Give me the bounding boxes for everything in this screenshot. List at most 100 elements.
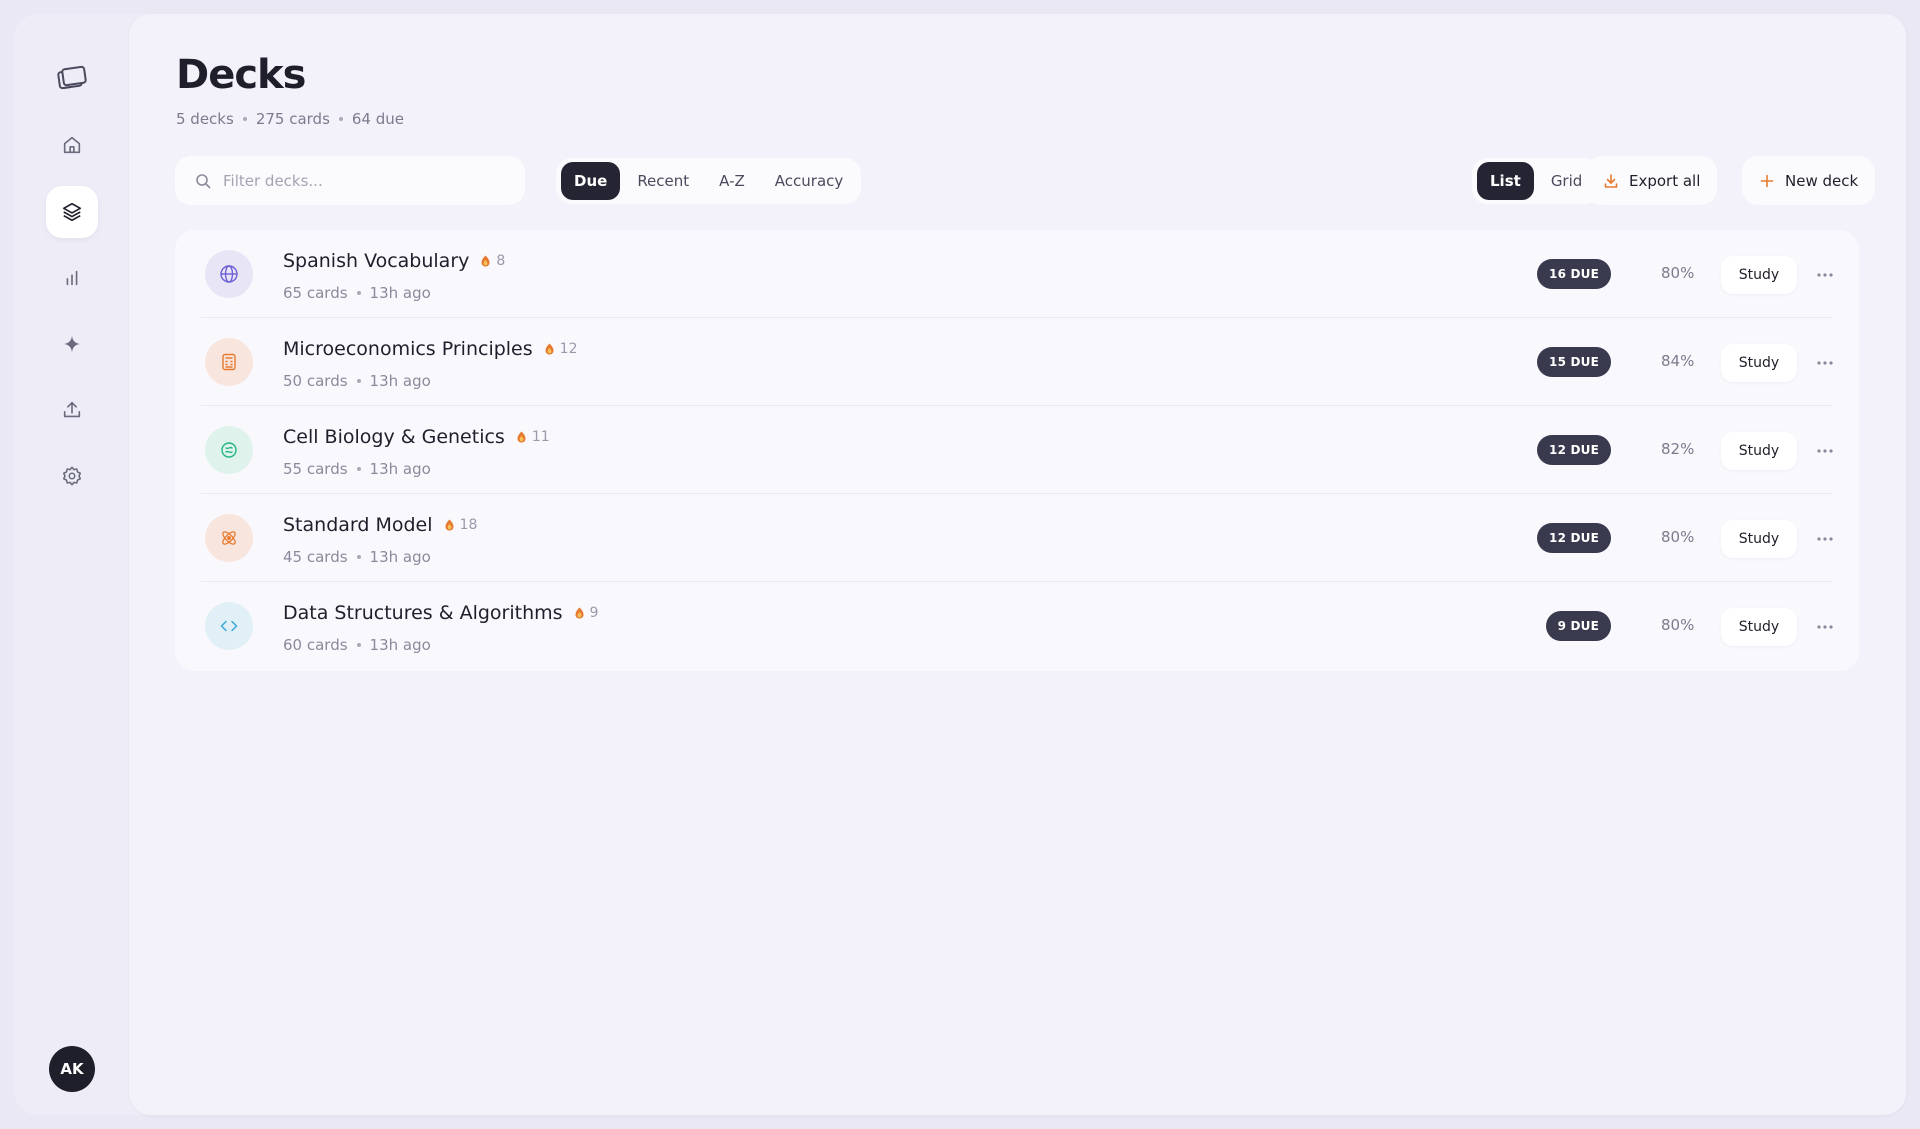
card-count: 65 cards: [283, 284, 348, 302]
sidebar-item-import[interactable]: [46, 384, 98, 436]
ellipsis-icon: [1817, 361, 1833, 365]
sidebar-item-decks[interactable]: [46, 186, 98, 238]
separator-dot: [338, 117, 343, 121]
deck-row[interactable]: Standard Model 18 45 cards 13h ago 12 DU…: [201, 494, 1833, 582]
deck-title: Standard Model: [283, 514, 433, 536]
last-studied: 13h ago: [369, 636, 431, 654]
study-button[interactable]: Study: [1721, 608, 1797, 646]
last-studied: 13h ago: [369, 372, 431, 390]
export-all-label: Export all: [1629, 171, 1701, 190]
accuracy-value: 80%: [1661, 528, 1695, 546]
sort-option-a-z[interactable]: A-Z: [706, 162, 758, 200]
streak-badge: 11: [517, 429, 550, 445]
streak-count: 11: [531, 429, 550, 445]
export-all-button[interactable]: Export all: [1586, 156, 1718, 205]
deck-name[interactable]: Spanish Vocabulary 8: [283, 250, 505, 272]
flame-icon: [445, 519, 454, 531]
deck-name[interactable]: Standard Model 18: [283, 514, 477, 536]
accuracy-value: 82%: [1661, 440, 1695, 458]
study-button[interactable]: Study: [1721, 344, 1797, 382]
separator-dot: [356, 555, 361, 559]
view-option-list[interactable]: List: [1477, 162, 1534, 200]
separator-dot: [356, 379, 361, 383]
avatar[interactable]: AK: [49, 1046, 95, 1092]
deck-stats: 5 decks 275 cards 64 due: [176, 110, 404, 128]
study-button[interactable]: Study: [1721, 520, 1797, 558]
sidebar-item-ai[interactable]: [46, 318, 98, 370]
separator-dot: [356, 643, 361, 647]
calculator-icon: [222, 353, 236, 371]
ellipsis-icon: [1817, 537, 1833, 541]
deck-icon: [205, 250, 253, 298]
deck-name[interactable]: Microeconomics Principles 12: [283, 338, 577, 360]
globe-icon: [220, 265, 238, 283]
sort-option-accuracy[interactable]: Accuracy: [762, 162, 856, 200]
deck-icon: [205, 426, 253, 474]
flame-icon: [481, 255, 490, 267]
code-icon: [220, 620, 238, 632]
deck-icon: [205, 514, 253, 562]
deck-icon: [205, 602, 253, 650]
streak-badge: 18: [445, 517, 478, 533]
sidebar-item-home[interactable]: [46, 119, 98, 171]
due-badge: 15 DUE: [1537, 347, 1611, 377]
deck-meta: 50 cards 13h ago: [283, 372, 431, 390]
deck-name[interactable]: Cell Biology & Genetics 11: [283, 426, 550, 448]
study-button[interactable]: Study: [1721, 432, 1797, 470]
sidebar-item-settings[interactable]: [46, 450, 98, 502]
sort-option-recent[interactable]: Recent: [624, 162, 702, 200]
search-icon: [196, 173, 211, 188]
separator-dot: [356, 467, 361, 471]
sparkle-icon: [63, 335, 81, 353]
last-studied: 13h ago: [369, 460, 431, 478]
search-box[interactable]: [175, 156, 525, 205]
due-badge: 16 DUE: [1537, 259, 1611, 289]
streak-count: 18: [459, 517, 478, 533]
streak-count: 12: [559, 341, 578, 357]
deck-title: Microeconomics Principles: [283, 338, 533, 360]
sort-segmented-control: Due Recent A-Z Accuracy: [556, 158, 862, 204]
layers-icon: [62, 202, 82, 222]
more-options-button[interactable]: [1811, 525, 1839, 553]
deck-meta: 65 cards 13h ago: [283, 284, 431, 302]
card-count: 50 cards: [283, 372, 348, 390]
deck-row[interactable]: Cell Biology & Genetics 11 55 cards 13h …: [201, 406, 1833, 494]
deck-icon: [205, 338, 253, 386]
accuracy-value: 80%: [1661, 616, 1695, 634]
study-button[interactable]: Study: [1721, 256, 1797, 294]
more-options-button[interactable]: [1811, 613, 1839, 641]
sidebar-item-stats[interactable]: [46, 252, 98, 304]
more-options-button[interactable]: [1811, 437, 1839, 465]
flame-icon: [517, 431, 526, 443]
streak-badge: 12: [545, 341, 578, 357]
deck-row[interactable]: Spanish Vocabulary 8 65 cards 13h ago 16…: [201, 230, 1833, 318]
deck-row[interactable]: Data Structures & Algorithms 9 60 cards …: [201, 582, 1833, 670]
deck-list: Spanish Vocabulary 8 65 cards 13h ago 16…: [175, 230, 1859, 671]
sidebar: AK: [14, 14, 128, 1115]
deck-title: Data Structures & Algorithms: [283, 602, 563, 624]
due-badge: 9 DUE: [1545, 611, 1611, 641]
streak-badge: 9: [575, 605, 598, 621]
deck-title: Spanish Vocabulary: [283, 250, 470, 272]
new-deck-button[interactable]: New deck: [1742, 156, 1876, 205]
view-segmented-control: List Grid: [1472, 158, 1601, 204]
due-badge: 12 DUE: [1537, 435, 1611, 465]
ellipsis-icon: [1817, 625, 1833, 629]
last-studied: 13h ago: [369, 548, 431, 566]
search-input[interactable]: [223, 171, 503, 190]
flame-icon: [575, 607, 584, 619]
due-badge: 12 DUE: [1537, 523, 1611, 553]
gear-icon: [62, 466, 82, 486]
card-count: 45 cards: [283, 548, 348, 566]
card-count: 60 cards: [283, 636, 348, 654]
sort-option-due[interactable]: Due: [561, 162, 621, 200]
main-panel: Decks 5 decks 275 cards 64 due Due Recen…: [129, 14, 1906, 1115]
more-options-button[interactable]: [1811, 261, 1839, 289]
ellipsis-icon: [1817, 273, 1833, 277]
deck-name[interactable]: Data Structures & Algorithms 9: [283, 602, 598, 624]
more-options-button[interactable]: [1811, 349, 1839, 377]
deck-meta: 45 cards 13h ago: [283, 548, 431, 566]
cards-logo-icon[interactable]: [46, 52, 98, 104]
streak-count: 8: [496, 253, 506, 269]
deck-row[interactable]: Microeconomics Principles 12 50 cards 13…: [201, 318, 1833, 406]
